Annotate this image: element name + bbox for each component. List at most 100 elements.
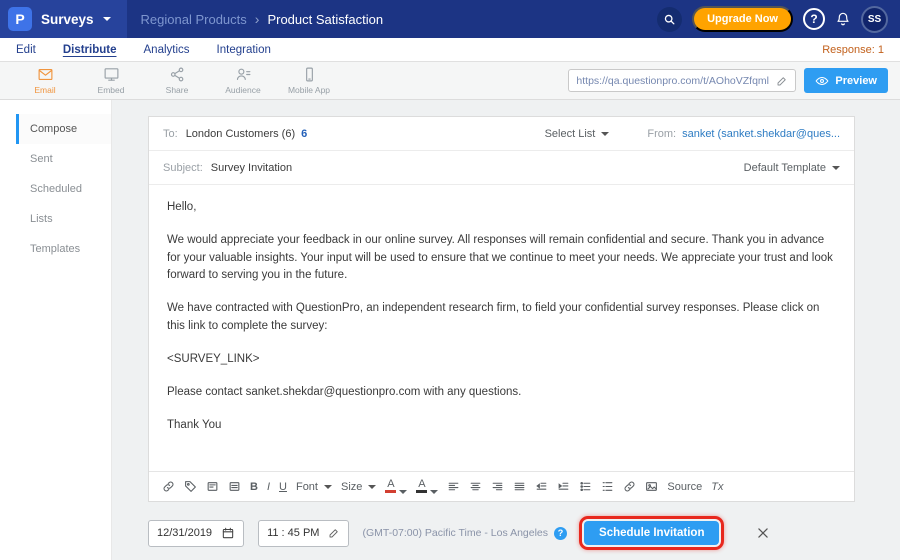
notifications-bell-button[interactable] <box>835 11 851 27</box>
eye-icon <box>815 74 829 88</box>
timezone-help-button[interactable]: ? <box>554 527 567 540</box>
schedule-time-value: 11 : 45 PM <box>267 527 319 539</box>
to-value: London Customers (6) <box>186 128 295 140</box>
breadcrumb-parent[interactable]: Regional Products <box>141 12 247 27</box>
align-right-icon[interactable] <box>491 480 504 493</box>
channel-label: Share <box>166 85 189 95</box>
chevron-down-icon <box>368 485 376 489</box>
close-icon <box>756 526 770 540</box>
snippet-panel-icon[interactable] <box>228 480 241 493</box>
product-name: Surveys <box>41 12 94 27</box>
calendar-icon[interactable] <box>221 526 235 540</box>
schedule-date-value: 12/31/2019 <box>157 527 212 539</box>
channel-share[interactable]: Share <box>144 66 210 95</box>
timezone-value: (GMT-07:00) Pacific Time - Los Angeles <box>362 527 548 539</box>
survey-url-text: https://qa.questionpro.com/t/AOhoVZfqml <box>576 75 771 87</box>
channel-mobile-app[interactable]: Mobile App <box>276 66 342 95</box>
upgrade-now-button[interactable]: Upgrade Now <box>692 6 793 32</box>
share-icon <box>169 66 186 83</box>
schedule-time-field[interactable]: 11 : 45 PM <box>258 520 349 547</box>
font-dropdown[interactable]: Font <box>296 481 332 493</box>
color-bar <box>416 490 427 493</box>
template-dropdown[interactable]: Default Template <box>744 162 840 174</box>
search-button[interactable] <box>657 7 682 32</box>
align-center-icon[interactable] <box>469 480 482 493</box>
sidebar-item-templates[interactable]: Templates <box>16 234 111 264</box>
unlink-icon[interactable] <box>162 480 175 493</box>
tab-integration[interactable]: Integration <box>217 44 271 56</box>
search-icon <box>663 13 676 26</box>
to-label: To: <box>163 128 178 140</box>
numbered-list-icon[interactable] <box>601 480 614 493</box>
text-color-button[interactable]: A <box>385 480 407 494</box>
body-paragraph: <SURVEY_LINK> <box>167 351 836 369</box>
tab-analytics[interactable]: Analytics <box>144 44 190 56</box>
size-dropdown[interactable]: Size <box>341 481 376 493</box>
align-left-icon[interactable] <box>447 480 460 493</box>
subject-value[interactable]: Survey Invitation <box>211 162 292 174</box>
align-justify-icon[interactable] <box>513 480 526 493</box>
recipient-count[interactable]: 6 <box>301 128 307 140</box>
survey-link-area: https://qa.questionpro.com/t/AOhoVZfqml … <box>568 68 888 93</box>
topbar-actions: Upgrade Now ? SS <box>657 6 900 33</box>
help-button[interactable]: ? <box>803 8 825 30</box>
template-panel-icon[interactable] <box>206 480 219 493</box>
text-color-letter: A <box>387 479 394 490</box>
channel-email[interactable]: Email <box>12 66 78 95</box>
survey-tabs: Edit Distribute Analytics Integration Re… <box>0 38 900 62</box>
mobile-icon <box>301 66 318 83</box>
edit-time-pencil-icon[interactable] <box>328 527 340 539</box>
preview-label: Preview <box>835 75 877 87</box>
subject-row: Subject: Survey Invitation Default Templ… <box>149 151 854 185</box>
bullet-list-icon[interactable] <box>579 480 592 493</box>
edit-url-pencil-icon[interactable] <box>776 75 788 87</box>
from-value[interactable]: sanket (sanket.shekdar@ques... <box>682 128 840 140</box>
breadcrumb-current: Product Satisfaction <box>267 12 383 27</box>
clear-formatting-button[interactable]: Tx <box>711 481 723 493</box>
questionpro-logo-icon: P <box>8 7 32 31</box>
tag-icon[interactable] <box>184 480 197 493</box>
survey-url-field[interactable]: https://qa.questionpro.com/t/AOhoVZfqml <box>568 69 796 92</box>
preview-button[interactable]: Preview <box>804 68 888 93</box>
schedule-invitation-button[interactable]: Schedule Invitation <box>584 521 719 545</box>
sidebar-item-lists[interactable]: Lists <box>16 204 111 234</box>
to-row: To: London Customers (6) 6 Select List F… <box>149 117 854 151</box>
link-icon[interactable] <box>623 480 636 493</box>
chevron-down-icon <box>832 166 840 170</box>
outdent-icon[interactable] <box>535 480 548 493</box>
chevron-down-icon <box>103 17 111 21</box>
chevron-down-icon <box>601 132 609 136</box>
template-label: Default Template <box>744 162 826 174</box>
tab-edit[interactable]: Edit <box>16 44 36 56</box>
chevron-down-icon <box>399 490 407 494</box>
email-body-editor[interactable]: Hello, We would appreciate your feedback… <box>149 185 854 463</box>
color-bar <box>385 490 396 493</box>
tab-distribute[interactable]: Distribute <box>63 44 117 56</box>
sidebar-item-scheduled[interactable]: Scheduled <box>16 174 111 204</box>
italic-button[interactable]: I <box>267 481 270 493</box>
background-color-button[interactable]: A <box>416 480 438 494</box>
channel-embed[interactable]: Embed <box>78 66 144 95</box>
highlight-ring: Schedule Invitation <box>579 516 724 550</box>
channel-audience[interactable]: Audience <box>210 66 276 95</box>
product-switcher[interactable]: P Surveys <box>0 0 127 38</box>
cancel-schedule-button[interactable] <box>756 526 770 540</box>
channel-label: Mobile App <box>288 85 330 95</box>
body-paragraph: Please contact sanket.shekdar@questionpr… <box>167 384 836 402</box>
subject-label: Subject: <box>163 162 203 174</box>
source-button[interactable]: Source <box>667 481 702 493</box>
select-list-label: Select List <box>545 128 596 140</box>
sidebar-item-compose[interactable]: Compose <box>16 114 111 144</box>
chevron-down-icon <box>430 490 438 494</box>
schedule-date-field[interactable]: 12/31/2019 <box>148 520 244 547</box>
response-count[interactable]: Response: 1 <box>822 44 884 56</box>
user-avatar[interactable]: SS <box>861 6 888 33</box>
underline-button[interactable]: U <box>279 481 287 493</box>
bold-button[interactable]: B <box>250 481 258 493</box>
select-list-dropdown[interactable]: Select List <box>545 128 610 140</box>
breadcrumb-separator: › <box>255 11 260 27</box>
rich-text-toolbar: B I U Font Size A A <box>149 471 854 501</box>
image-icon[interactable] <box>645 480 658 493</box>
indent-icon[interactable] <box>557 480 570 493</box>
sidebar-item-sent[interactable]: Sent <box>16 144 111 174</box>
